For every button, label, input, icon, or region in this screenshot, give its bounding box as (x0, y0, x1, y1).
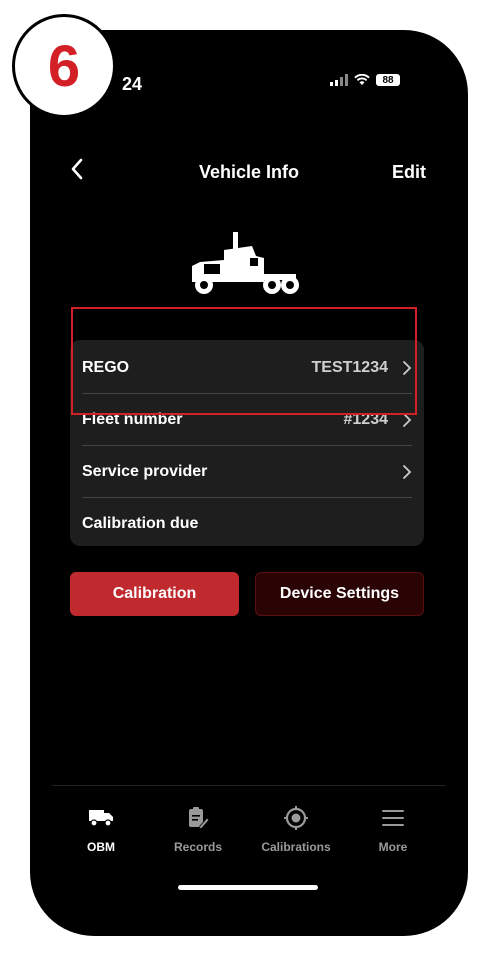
service-provider-label: Service provider (82, 462, 208, 480)
calibration-button[interactable]: Calibration (70, 572, 239, 616)
tab-label-records: Records (173, 840, 223, 854)
chevron-right-icon (403, 464, 412, 479)
tab-label-more: More (378, 840, 408, 854)
device-settings-button[interactable]: Device Settings (255, 572, 424, 616)
status-icons: 88 (330, 74, 400, 86)
cellular-signal-icon (330, 74, 348, 86)
edit-button[interactable]: Edit (392, 162, 426, 183)
clipboard-edit-icon (189, 807, 209, 830)
tab-label-calibrations: Calibrations (261, 840, 331, 854)
status-time: 24 (122, 74, 143, 94)
tab-records[interactable]: Records (153, 805, 243, 854)
tab-label-obm: OBM (87, 840, 115, 854)
semi-truck-icon (192, 232, 299, 294)
hamburger-menu-icon (382, 810, 404, 826)
wifi-icon (354, 74, 370, 85)
step-number: 6 (47, 33, 81, 99)
step-number-badge: 6 (12, 14, 116, 118)
truck-icon (89, 810, 113, 827)
home-indicator[interactable] (178, 885, 318, 890)
tab-obm[interactable]: OBM (56, 805, 146, 854)
tab-calibrations[interactable]: Calibrations (251, 805, 341, 854)
calibration-due-label: Calibration due (82, 514, 199, 532)
phone-screen: 24 88 Vehicle Info Edit REGO TEST1234 Fl… (30, 30, 468, 936)
calibration-due-row: Calibration due (82, 498, 412, 549)
highlight-box (71, 307, 417, 415)
target-gear-icon (284, 806, 308, 830)
service-provider-row[interactable]: Service provider (82, 446, 412, 497)
battery-icon: 88 (376, 74, 400, 86)
tab-more[interactable]: More (348, 805, 438, 854)
tab-bar-divider (52, 785, 446, 786)
